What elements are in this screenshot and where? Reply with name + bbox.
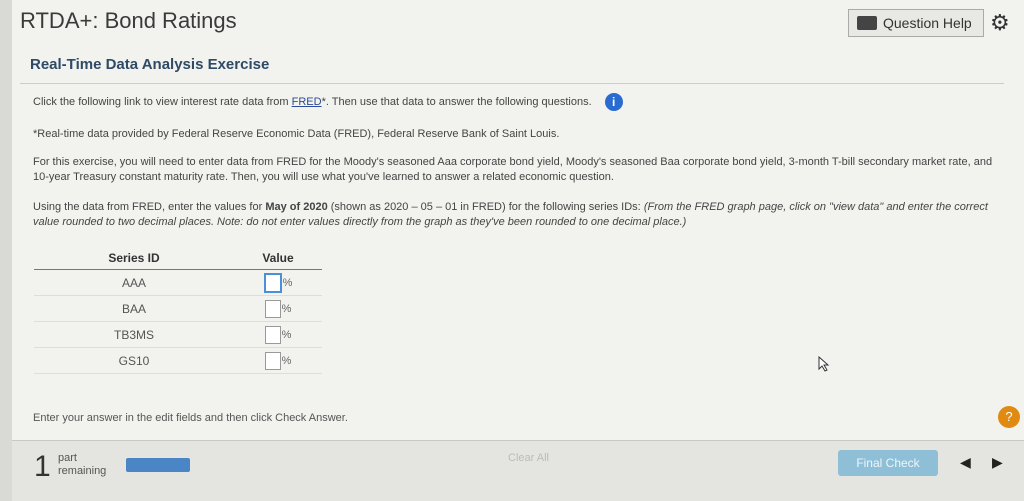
percent-unit: % <box>281 302 292 315</box>
table-row: TB3MS % <box>34 321 322 348</box>
table-row: GS10 % <box>34 347 322 374</box>
series-cell: BAA <box>34 295 234 322</box>
baa-value-input[interactable] <box>264 299 281 318</box>
final-check-button[interactable]: Final Check <box>838 450 938 476</box>
divider <box>20 83 1004 84</box>
gs10-value-input[interactable] <box>264 351 281 370</box>
exercise-subtitle: Real-Time Data Analysis Exercise <box>30 56 270 73</box>
series-table: Series ID Value AAA % BAA % TB3MS % GS10… <box>34 247 322 374</box>
series-cell: AAA <box>34 269 234 296</box>
prev-arrow-icon[interactable]: ◀ <box>960 454 971 471</box>
next-arrow-icon[interactable]: ▶ <box>992 454 1003 471</box>
intro-before: Click the following link to view interes… <box>33 95 292 108</box>
series-id-header: Series ID <box>34 247 234 270</box>
instructions-b: (shown as 2020 – 05 – 01 in FRED) for th… <box>327 201 644 213</box>
instructions: Using the data from FRED, enter the valu… <box>33 200 1003 230</box>
series-cell: TB3MS <box>34 321 234 348</box>
percent-unit: % <box>282 276 293 289</box>
aaa-value-input[interactable] <box>263 272 282 293</box>
clear-all-button[interactable]: Clear All <box>508 452 549 464</box>
series-cell: GS10 <box>34 347 234 374</box>
progress-fill <box>126 458 190 472</box>
tb3ms-value-input[interactable] <box>264 325 281 344</box>
exercise-text: For this exercise, you will need to ente… <box>33 156 993 183</box>
instructions-date: May of 2020 <box>265 201 328 213</box>
intro-text: Click the following link to view interes… <box>33 93 623 111</box>
progress-bar <box>126 458 190 472</box>
enter-answer-note: Enter your answer in the edit fields and… <box>33 412 348 424</box>
intro-after: *. Then use that data to answer the foll… <box>321 95 592 108</box>
instructions-a: Using the data from FRED, enter the valu… <box>33 201 266 213</box>
fred-link[interactable]: FRED <box>292 96 322 108</box>
mouse-cursor-icon <box>818 356 830 372</box>
header: RTDA+: Bond Ratings <box>20 8 237 34</box>
question-help-button[interactable]: Question Help <box>848 9 984 37</box>
part-label-line2: remaining <box>58 465 107 477</box>
part-label-line1: part <box>58 452 77 464</box>
table-row: AAA % <box>34 269 322 296</box>
gear-icon[interactable]: ⚙ <box>990 12 1010 34</box>
page-title: RTDA+: Bond Ratings <box>20 8 237 33</box>
parts-remaining-count: 1 <box>34 450 51 483</box>
parts-remaining-label: part remaining <box>58 452 106 478</box>
help-icon[interactable]: ? <box>998 406 1020 428</box>
info-icon[interactable]: i <box>604 93 623 111</box>
percent-unit: % <box>281 328 292 341</box>
footnote: *Real-time data provided by Federal Rese… <box>33 128 560 140</box>
list-icon <box>857 16 877 30</box>
table-row: BAA % <box>34 295 322 322</box>
question-help-label: Question Help <box>883 15 972 31</box>
value-header: Value <box>234 247 322 270</box>
percent-unit: % <box>281 354 292 367</box>
